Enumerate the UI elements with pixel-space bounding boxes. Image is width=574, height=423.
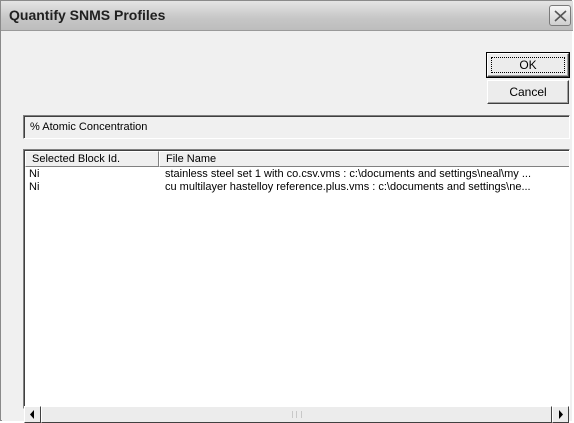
close-button[interactable] xyxy=(549,5,571,26)
title-bar: Quantify SNMS Profiles xyxy=(1,1,573,31)
horizontal-scrollbar[interactable] xyxy=(24,406,569,423)
column-header-file-name[interactable]: File Name xyxy=(159,151,569,167)
scrollbar-thumb[interactable] xyxy=(41,406,552,423)
block-id-cell: Ni xyxy=(29,181,40,193)
profiles-list[interactable]: Selected Block Id. File Name Ni stainles… xyxy=(23,149,570,409)
scroll-right-button[interactable] xyxy=(552,406,569,423)
quantity-field[interactable]: % Atomic Concentration xyxy=(23,115,570,139)
close-icon xyxy=(554,10,567,22)
file-name-cell: stainless steel set 1 with co.csv.vms : … xyxy=(165,168,532,180)
arrow-right-icon xyxy=(559,410,563,419)
arrow-left-icon xyxy=(30,410,34,419)
list-row[interactable]: Ni stainless steel set 1 with co.csv.vms… xyxy=(25,168,569,181)
ok-button[interactable]: OK xyxy=(486,52,570,78)
cancel-button[interactable]: Cancel xyxy=(487,80,569,104)
list-header: Selected Block Id. File Name xyxy=(25,151,569,167)
block-id-cell: Ni xyxy=(29,168,40,180)
dialog-window: Quantify SNMS Profiles OK Cancel % Atomi… xyxy=(0,0,573,423)
ok-button-label: OK xyxy=(491,57,565,73)
list-row[interactable]: Ni cu multilayer hastelloy reference.plu… xyxy=(25,181,569,194)
dialog-client-area: OK Cancel % Atomic Concentration Selecte… xyxy=(2,31,572,423)
column-header-block-id[interactable]: Selected Block Id. xyxy=(25,151,159,167)
scroll-left-button[interactable] xyxy=(24,406,41,423)
grip-icon xyxy=(292,411,302,418)
window-title: Quantify SNMS Profiles xyxy=(9,7,166,23)
file-name-cell: cu multilayer hastelloy reference.plus.v… xyxy=(165,181,531,193)
